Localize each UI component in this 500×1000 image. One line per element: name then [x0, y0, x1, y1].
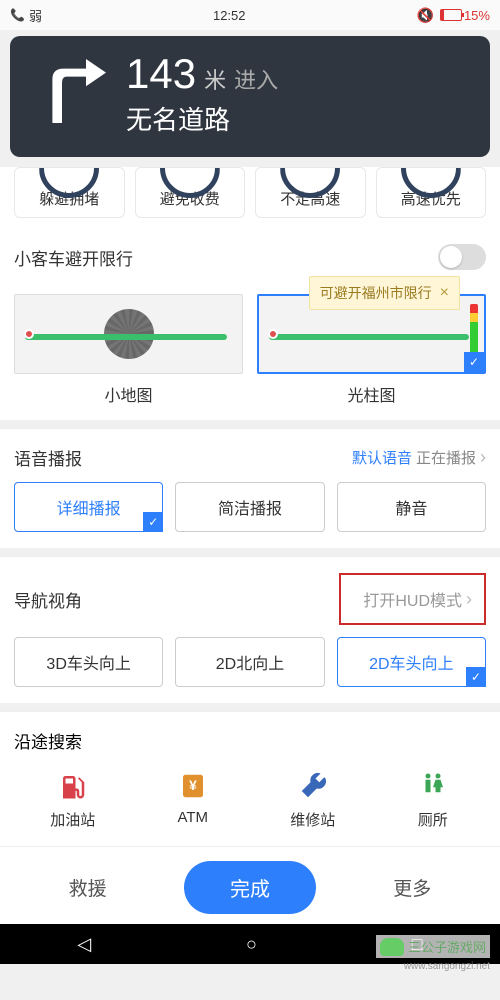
wrench-icon	[296, 769, 330, 803]
atm-icon: ¥	[176, 769, 210, 803]
view-title: 导航视角	[14, 587, 82, 612]
pref-avoid-toll[interactable]: 避免收费	[135, 167, 246, 218]
rescue-button[interactable]: 救援	[49, 862, 127, 913]
search-section: 沿途搜索 加油站 ¥ ATM 维修站 厕所	[0, 711, 500, 846]
status-bar: 📞 弱 12:52 🔇 15%	[0, 0, 500, 30]
restriction-toggle[interactable]	[438, 244, 486, 270]
bottom-actions: 救援 完成 更多	[0, 846, 500, 924]
battery-indicator: 15%	[440, 8, 490, 23]
pref-avoid-jam[interactable]: 躲避拥堵	[14, 167, 125, 218]
navigation-banner[interactable]: 143 米 进入 无名道路	[10, 36, 490, 157]
nav-distance: 143	[126, 50, 196, 98]
more-button[interactable]: 更多	[373, 862, 451, 913]
chevron-right-icon: ›	[466, 589, 472, 610]
restriction-row: 小客车避开限行	[0, 228, 500, 280]
back-icon[interactable]: ◁	[77, 934, 91, 955]
done-button[interactable]: 完成	[184, 861, 316, 914]
toilet-icon	[416, 769, 450, 803]
nav-road: 无名道路	[126, 100, 278, 137]
mute-icon: 🔇	[417, 7, 434, 24]
pref-no-highway[interactable]: 不走高速	[255, 167, 366, 218]
poi-repair[interactable]: 维修站	[290, 769, 335, 830]
view-opt-2d-car[interactable]: 2D车头向上 ✓	[337, 637, 486, 687]
map-beam-label: 光柱图	[347, 382, 395, 406]
voice-opt-detailed[interactable]: 详细播报 ✓	[14, 482, 163, 532]
view-section: 导航视角 打开HUD模式› 3D车头向上 2D北向上 2D车头向上 ✓	[0, 556, 500, 703]
check-icon: ✓	[464, 352, 484, 372]
hint-close-icon[interactable]: ×	[440, 284, 449, 302]
check-icon: ✓	[466, 667, 486, 687]
voice-title: 语音播报	[14, 445, 82, 470]
view-opt-2d-north[interactable]: 2D北向上	[175, 637, 324, 687]
chevron-right-icon: ›	[480, 447, 486, 468]
gas-icon	[56, 769, 90, 803]
route-preferences: 躲避拥堵 避免收费 不走高速 高速优先	[0, 167, 500, 228]
voice-section: 语音播报 默认语音正在播报 › 详细播报 ✓ 简洁播报 静音	[0, 428, 500, 548]
battery-pct: 15%	[464, 8, 490, 23]
home-icon[interactable]: ○	[246, 934, 257, 955]
nav-enter: 进入	[234, 63, 278, 95]
poi-atm[interactable]: ¥ ATM	[176, 769, 210, 830]
pref-highway-first[interactable]: 高速优先	[376, 167, 487, 218]
poi-toilet[interactable]: 厕所	[416, 769, 450, 830]
map-mini-label: 小地图	[104, 382, 152, 406]
poi-gas[interactable]: 加油站	[50, 769, 95, 830]
search-title: 沿途搜索	[0, 712, 500, 763]
svg-text:¥: ¥	[189, 778, 197, 793]
hud-mode-link[interactable]: 打开HUD模式›	[339, 573, 486, 625]
watermark-url: www.sangongzi.net	[404, 961, 490, 972]
hint-text: 可避开福州市限行	[320, 283, 432, 303]
restriction-label: 小客车避开限行	[14, 245, 133, 270]
map-beam-card[interactable]: ✓ 光柱图	[257, 294, 486, 406]
clock: 12:52	[213, 8, 246, 23]
view-opt-3d[interactable]: 3D车头向上	[14, 637, 163, 687]
voice-opt-mute[interactable]: 静音	[337, 482, 486, 532]
check-icon: ✓	[143, 512, 163, 532]
android-icon	[380, 938, 404, 956]
signal-icon: 📞	[10, 8, 25, 22]
watermark: 三公子游戏网	[376, 935, 490, 958]
voice-settings-link[interactable]: 默认语音正在播报 ›	[352, 447, 486, 468]
turn-right-icon	[30, 51, 110, 136]
map-mini-card[interactable]: 小地图	[14, 294, 243, 406]
nav-unit: 米	[204, 63, 226, 95]
voice-opt-simple[interactable]: 简洁播报	[175, 482, 324, 532]
restriction-hint: 可避开福州市限行 ×	[309, 276, 460, 310]
signal-text: 弱	[29, 6, 42, 25]
